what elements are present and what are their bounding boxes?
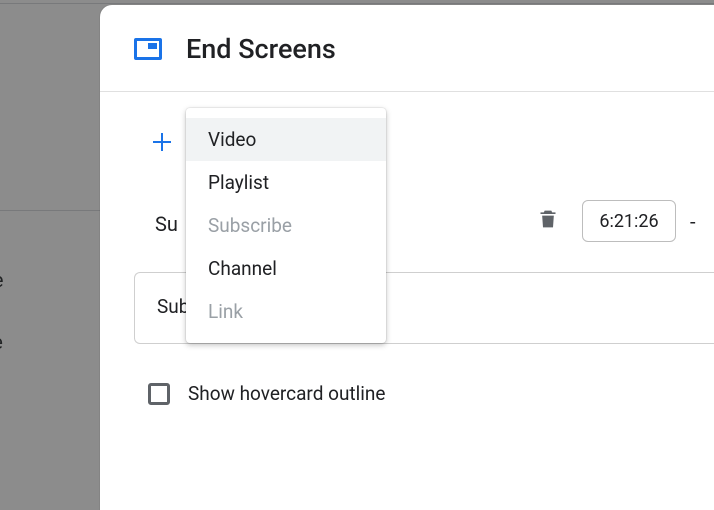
element-type-label: Su <box>155 212 178 236</box>
menu-item-subscribe: Subscribe <box>186 204 386 247</box>
end-screen-icon <box>134 38 162 60</box>
start-time-value: 6:21:26 <box>599 211 658 232</box>
start-time-input[interactable]: 6:21:26 <box>582 200 676 242</box>
menu-item-playlist[interactable]: Playlist <box>186 161 386 204</box>
plus-icon <box>150 130 174 154</box>
hovercard-outline-row[interactable]: Show hovercard outline <box>148 382 385 405</box>
menu-item-channel[interactable]: Channel <box>186 247 386 290</box>
end-screens-modal: End Screens Su 6:21:26 - Subscribe: Misf… <box>100 5 714 510</box>
modal-body: Su 6:21:26 - Subscribe: Misfit Hustler S… <box>100 92 714 116</box>
modal-title: End Screens <box>186 33 336 65</box>
delete-element-button[interactable] <box>538 207 562 235</box>
hovercard-outline-label: Show hovercard outline <box>188 382 385 405</box>
modal-header: End Screens <box>100 5 714 92</box>
trash-icon <box>538 207 558 231</box>
hovercard-outline-checkbox[interactable] <box>148 383 170 405</box>
add-element-button[interactable] <box>150 130 174 154</box>
menu-item-link: Link <box>186 290 386 333</box>
add-element-menu: Video Playlist Subscribe Channel Link <box>186 108 386 343</box>
time-range-dash: - <box>690 210 696 234</box>
menu-item-video[interactable]: Video <box>186 118 386 161</box>
